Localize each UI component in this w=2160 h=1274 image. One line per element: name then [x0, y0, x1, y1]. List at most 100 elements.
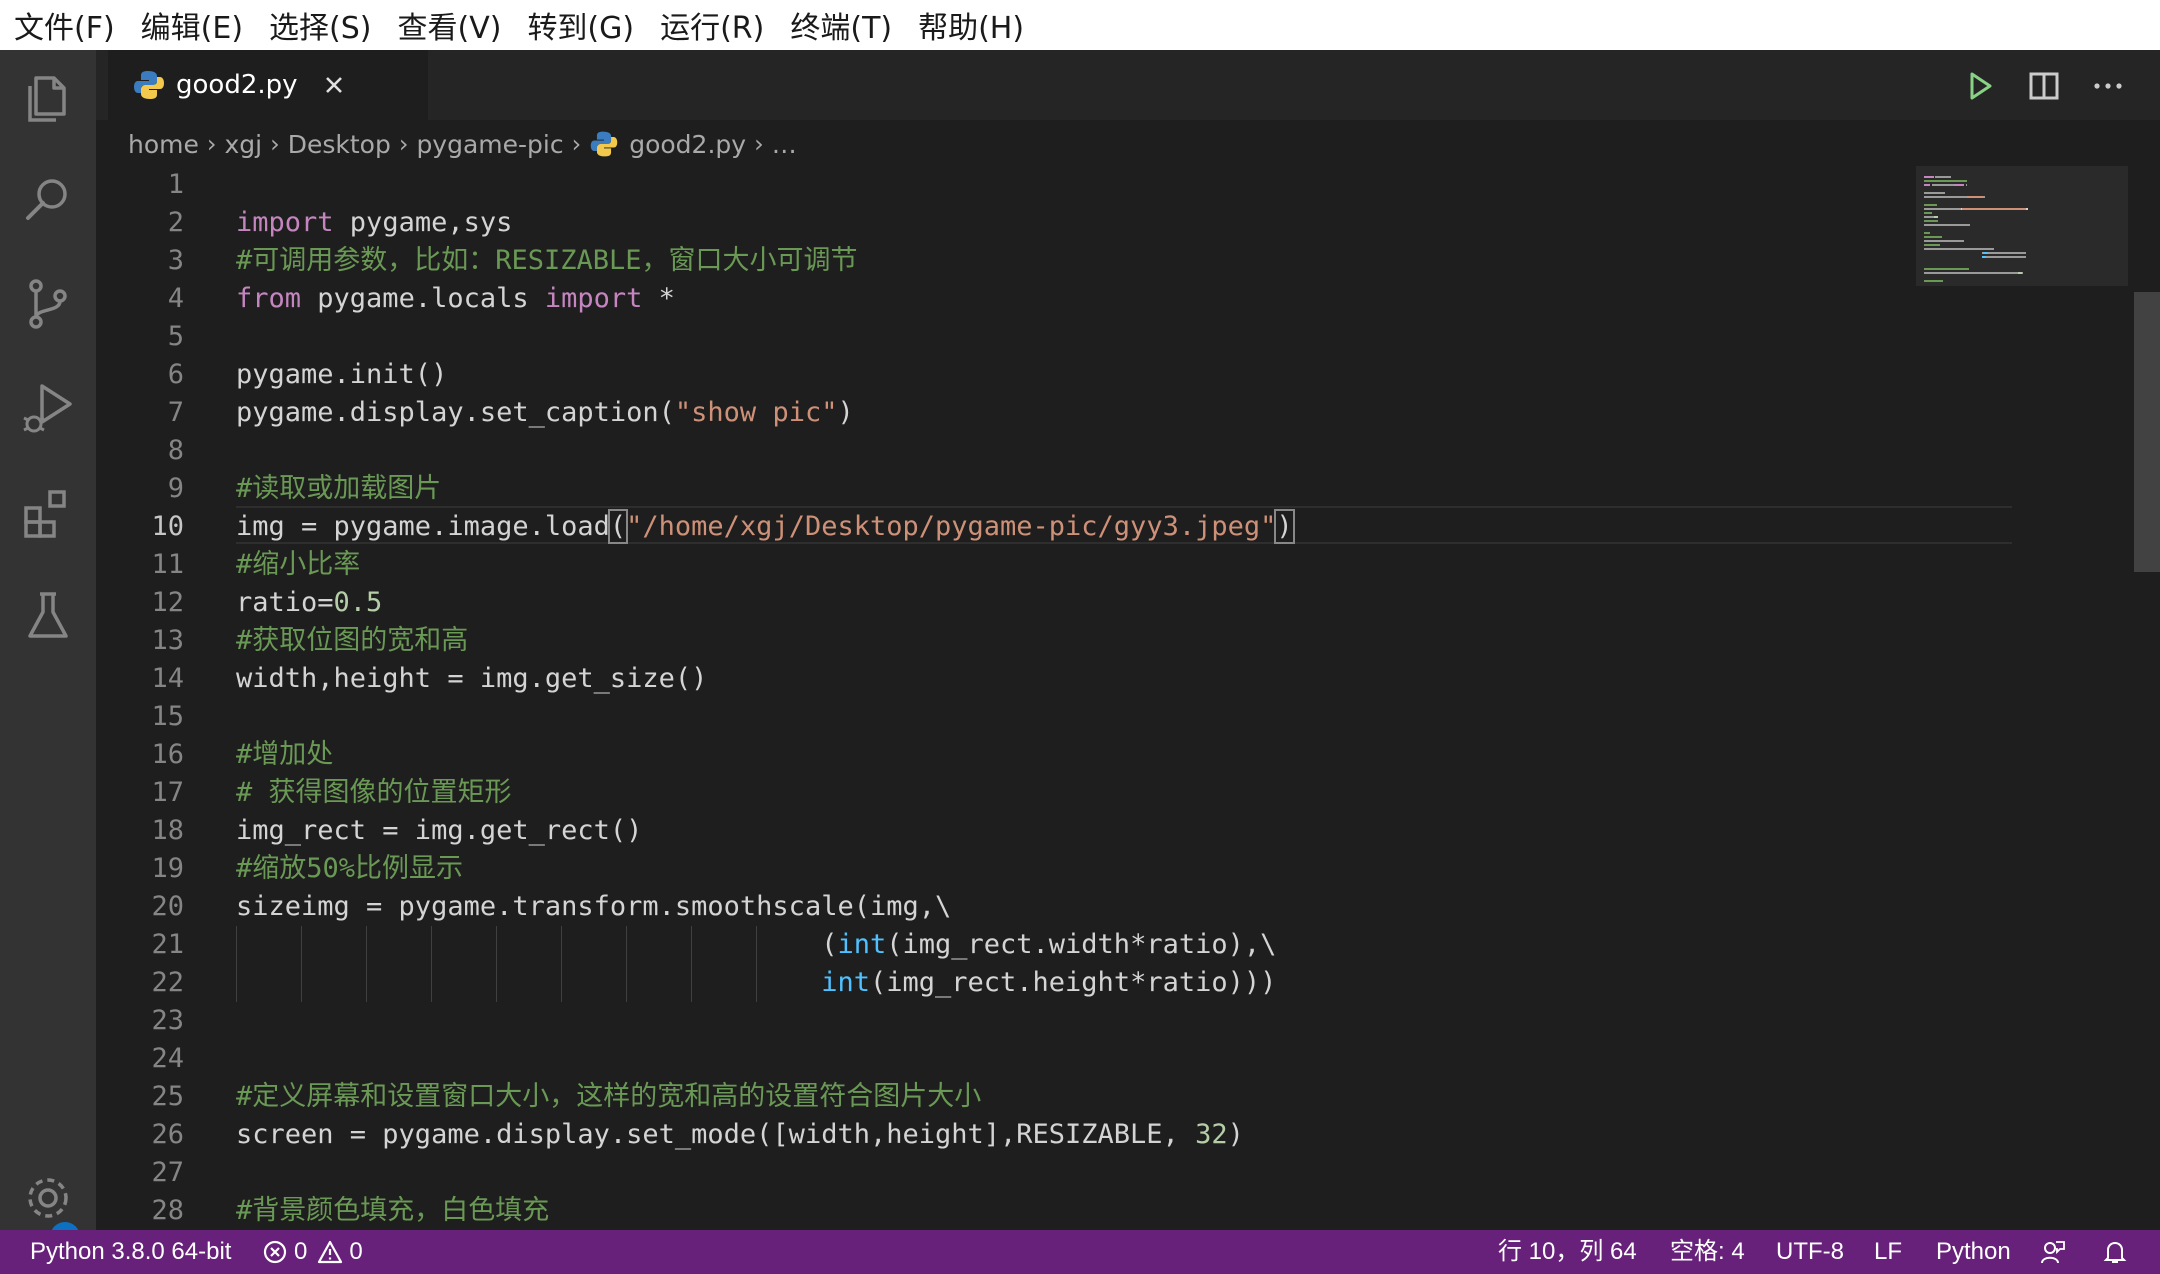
close-tab-icon[interactable] [322, 73, 346, 97]
minimap-line [1965, 184, 1968, 186]
code-token: pygame.locals [301, 283, 545, 314]
code-token: #缩放50%比例显示 [236, 853, 464, 884]
menu-file[interactable]: 文件(F) [14, 3, 115, 47]
encoding[interactable]: UTF-8 [1776, 1230, 1844, 1274]
breadcrumb-symbol[interactable]: … [772, 130, 797, 159]
run-debug-icon[interactable] [18, 378, 78, 438]
code-token: #背景颜色填充，白色填充 [236, 1195, 550, 1226]
minimap-line [1932, 184, 1955, 186]
menu-bar: 文件(F) 编辑(E) 选择(S) 查看(V) 转到(G) 运行(R) 终端(T… [0, 0, 2160, 50]
run-python-file-icon[interactable] [1960, 66, 2000, 106]
line-number: 16 [151, 739, 184, 770]
code-text: # 获得图像的位置矩形 [236, 774, 512, 812]
code-line[interactable]: 3 #可调用参数，比如：RESIZABLE，窗口大小可调节 [96, 242, 1916, 280]
code-line[interactable]: 20 sizeimg = pygame.transform.smoothscale… [96, 888, 1916, 926]
feedback-icon[interactable] [2040, 1230, 2066, 1274]
code-line[interactable]: 1 [96, 166, 1916, 204]
line-number: 17 [151, 777, 184, 808]
line-number: 19 [151, 853, 184, 884]
notifications-bell-icon[interactable] [2102, 1230, 2128, 1274]
line-number: 7 [167, 397, 184, 428]
code-line[interactable]: 21 (int(img_rect.width*ratio),\ [96, 926, 1916, 964]
code-text: #读取或加载图片 [236, 470, 441, 508]
activity-bar: 1 [0, 50, 96, 1252]
settings-gear-icon[interactable] [18, 1168, 78, 1228]
menu-terminal[interactable]: 终端(T) [790, 3, 892, 47]
problems-indicator[interactable]: 0 0 [262, 1230, 363, 1274]
vertical-scrollbar-thumb[interactable] [2134, 292, 2160, 572]
minimap-line [1924, 224, 1971, 226]
tab-label: good2.py [176, 70, 298, 100]
minimap-line [1924, 232, 1931, 234]
code-line[interactable]: 10 img = pygame.image.load("/home/xgj/Des… [96, 508, 1916, 546]
code-line[interactable]: 17 # 获得图像的位置矩形 [96, 774, 1916, 812]
tab-good2-py[interactable]: good2.py [108, 50, 428, 120]
line-number: 5 [167, 321, 184, 352]
python-interpreter[interactable]: Python 3.8.0 64-bit [30, 1230, 231, 1274]
code-line[interactable]: 12 ratio=0.5 [96, 584, 1916, 622]
more-actions-icon[interactable] [2088, 66, 2128, 106]
breadcrumb-file[interactable]: good2.py [629, 130, 746, 159]
language-mode[interactable]: Python [1936, 1230, 2011, 1274]
menu-run[interactable]: 运行(R) [660, 3, 764, 47]
code-line[interactable]: 2 import pygame,sys [96, 204, 1916, 242]
code-line[interactable]: 27 [96, 1154, 1916, 1192]
code-line[interactable]: 22 int(img_rect.height*ratio))) [96, 964, 1916, 1002]
indent-guide [756, 926, 757, 1002]
explorer-icon[interactable] [18, 66, 78, 126]
breadcrumb-desktop[interactable]: Desktop [288, 130, 391, 159]
breadcrumb-home[interactable]: home [128, 130, 199, 159]
breadcrumb-xgj[interactable]: xgj [224, 130, 262, 159]
code-line[interactable]: 8 [96, 432, 1916, 470]
search-icon[interactable] [18, 170, 78, 230]
minimap[interactable] [1916, 166, 2128, 286]
end-of-line[interactable]: LF [1874, 1230, 1902, 1274]
line-number: 1 [167, 169, 184, 200]
code-line[interactable]: 5 [96, 318, 1916, 356]
code-text: screen = pygame.display.set_mode([width,… [236, 1116, 1244, 1154]
extensions-icon[interactable] [18, 482, 78, 542]
code-line[interactable]: 7 pygame.display.set_caption("show pic") [96, 394, 1916, 432]
error-icon [263, 1240, 287, 1264]
code-line[interactable]: 14 width,height = img.get_size() [96, 660, 1916, 698]
cursor-position[interactable]: 行 10，列 64 [1498, 1230, 1637, 1274]
breadcrumb-pygame-pic[interactable]: pygame-pic [416, 130, 563, 159]
testing-flask-icon[interactable] [18, 586, 78, 646]
line-number: 2 [167, 207, 184, 238]
code-line[interactable]: 24 [96, 1040, 1916, 1078]
code-token: #定义屏幕和设置窗口大小，这样的宽和高的设置符合图片大小 [236, 1081, 982, 1112]
code-line[interactable]: 4 from pygame.locals import * [96, 280, 1916, 318]
code-token: (img_rect.height*ratio))) [869, 967, 1277, 998]
code-line[interactable]: 6 pygame.init() [96, 356, 1916, 394]
indentation[interactable]: 空格: 4 [1670, 1230, 1745, 1274]
code-token: int [837, 929, 887, 960]
code-text: sizeimg = pygame.transform.smoothscale(i… [236, 888, 951, 926]
indent-guide [626, 926, 627, 1002]
code-line[interactable]: 19 #缩放50%比例显示 [96, 850, 1916, 888]
line-number: 25 [151, 1081, 184, 1112]
code-line[interactable]: 15 [96, 698, 1916, 736]
code-line[interactable]: 28 #背景颜色填充，白色填充 [96, 1192, 1916, 1230]
code-text: pygame.display.set_caption("show pic") [236, 394, 854, 432]
minimap-line [1924, 244, 1940, 246]
menu-selection[interactable]: 选择(S) [269, 3, 371, 47]
code-line[interactable]: 13 #获取位图的宽和高 [96, 622, 1916, 660]
minimap-line [1933, 216, 1939, 218]
code-text: #获取位图的宽和高 [236, 622, 468, 660]
source-control-icon[interactable] [18, 274, 78, 334]
code-line[interactable]: 9 #读取或加载图片 [96, 470, 1916, 508]
code-line[interactable]: 18 img_rect = img.get_rect() [96, 812, 1916, 850]
code-line[interactable]: 25 #定义屏幕和设置窗口大小，这样的宽和高的设置符合图片大小 [96, 1078, 1916, 1116]
menu-go[interactable]: 转到(G) [527, 3, 634, 47]
code-line[interactable]: 16 #增加处 [96, 736, 1916, 774]
menu-edit[interactable]: 编辑(E) [141, 3, 243, 47]
code-token: #获取位图的宽和高 [236, 625, 469, 656]
menu-help[interactable]: 帮助(H) [918, 3, 1024, 47]
line-number: 8 [167, 435, 184, 466]
menu-view[interactable]: 查看(V) [398, 3, 502, 47]
code-editor[interactable]: 1 2 import pygame,sys 3 #可调用参数，比如：RESIZABLE，… [96, 166, 2160, 1230]
code-line[interactable]: 11 #缩小比率 [96, 546, 1916, 584]
split-editor-icon[interactable] [2024, 66, 2064, 106]
code-line[interactable]: 26 screen = pygame.display.set_mode([widt… [96, 1116, 1916, 1154]
code-line[interactable]: 23 [96, 1002, 1916, 1040]
